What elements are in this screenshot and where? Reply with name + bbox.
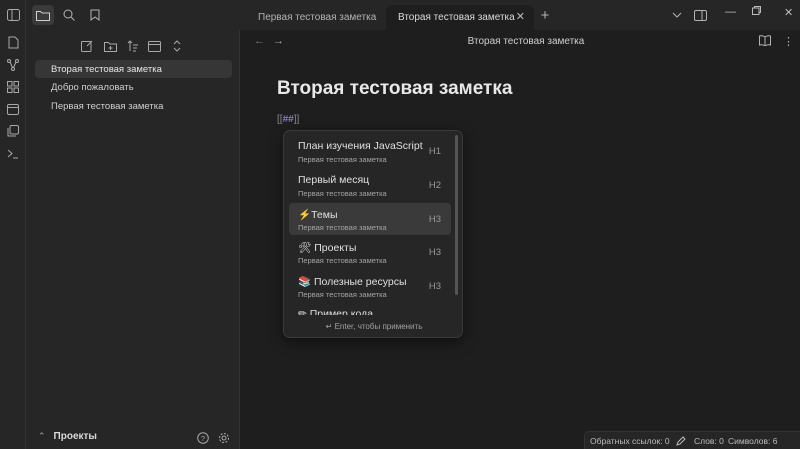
suggestion-source: Первая тестовая заметка — [298, 290, 387, 299]
heading-hash-text: ## — [282, 114, 294, 125]
minimize-icon[interactable]: — — [725, 6, 736, 18]
file-explorer: Вторая тестовая заметка Добро пожаловать… — [26, 30, 240, 449]
file-label: Вторая тестовая заметка — [51, 63, 162, 75]
suggestion-title: Первый месяц — [298, 174, 370, 186]
suggestion-item[interactable]: 🛠 Проекты Первая тестовая заметка H3 — [289, 236, 451, 268]
word-count: Слов: 0 — [694, 436, 724, 446]
blocks-icon[interactable] — [5, 79, 21, 95]
note-header-title[interactable]: Вторая тестовая заметка — [240, 36, 800, 47]
tab-first-note[interactable]: Первая тестовая заметка — [246, 5, 386, 30]
char-count: Символов: 6 — [728, 436, 778, 446]
tab-second-note[interactable]: Вторая тестовая заметка ✕ — [386, 5, 534, 30]
new-note-icon[interactable] — [79, 38, 95, 54]
tab-label: Первая тестовая заметка — [258, 12, 377, 23]
file-item-welcome[interactable]: Добро пожаловать — [35, 78, 232, 96]
sort-icon[interactable] — [125, 38, 141, 54]
app-window: Первая тестовая заметка Вторая тестовая … — [0, 0, 800, 449]
editor-line[interactable]: [[##]] — [277, 114, 299, 125]
file-item-first-note[interactable]: Первая тестовая заметка — [35, 97, 232, 115]
suggestion-title: ⚡Темы — [298, 209, 338, 221]
heading-level: H3 — [428, 247, 441, 258]
svg-text:?: ? — [201, 434, 205, 443]
backlinks-count[interactable]: Обратных ссылок: 0 — [590, 436, 670, 446]
popup-scrollbar[interactable] — [455, 135, 458, 295]
layout-icon[interactable] — [689, 5, 711, 25]
chevron-down-icon[interactable] — [666, 5, 688, 25]
link-close-brackets: ]] — [293, 114, 300, 125]
close-window-icon[interactable]: ✕ — [784, 6, 793, 19]
copy-icon[interactable] — [5, 123, 21, 139]
suggestion-title: 📚 Полезные ресурсы — [298, 276, 407, 288]
heading-level: H2 — [428, 180, 441, 191]
restore-icon[interactable] — [752, 6, 761, 18]
folder-icon[interactable] — [32, 5, 54, 25]
file-label: Добро пожаловать — [51, 81, 134, 93]
edit-mode-icon[interactable] — [676, 436, 686, 448]
vault-switcher[interactable]: ⌃ Проекты — [38, 431, 97, 442]
calendar-icon[interactable] — [5, 101, 21, 117]
file-open-icon[interactable] — [5, 34, 21, 50]
new-tab-button[interactable]: + — [534, 5, 556, 25]
suggestion-source: Первая тестовая заметка — [298, 223, 387, 232]
expand-collapse-icon[interactable] — [169, 38, 185, 54]
tab-bar: Первая тестовая заметка Вторая тестовая … — [26, 0, 800, 30]
suggestion-title: 🛠 Проекты — [298, 242, 357, 254]
terminal-icon[interactable] — [5, 146, 21, 162]
suggestion-item[interactable]: План изучения JavaScript Первая тестовая… — [289, 135, 451, 167]
file-item-second-note[interactable]: Вторая тестовая заметка — [35, 60, 232, 78]
status-bar: Обратных ссылок: 0 Слов: 0 Символов: 6 — [584, 431, 800, 449]
suggestion-item-selected[interactable]: ⚡Темы Первая тестовая заметка H3 — [289, 203, 451, 235]
chevron-updown-icon: ⌃ — [38, 431, 46, 441]
collapse-all-icon[interactable] — [146, 38, 162, 54]
left-ribbon — [0, 0, 26, 449]
reading-view-icon[interactable] — [759, 35, 771, 49]
suggestion-source: Первая тестовая заметка — [298, 189, 387, 198]
heading-suggestion-popup: План изучения JavaScript Первая тестовая… — [283, 130, 463, 338]
suggestion-source: Первая тестовая заметка — [298, 155, 387, 164]
suggestion-source: Первая тестовая заметка — [298, 256, 387, 265]
more-options-icon[interactable]: ⋮ — [783, 35, 794, 48]
heading-level: H3 — [428, 281, 441, 292]
suggestion-title: План изучения JavaScript — [298, 140, 423, 152]
file-label: Первая тестовая заметка — [51, 100, 164, 112]
document-title[interactable]: Вторая тестовая заметка — [277, 78, 512, 100]
bookmark-icon[interactable] — [84, 5, 106, 25]
vault-name: Проекты — [53, 431, 97, 442]
popup-instructions: ↵ Enter, чтобы применить — [284, 315, 462, 337]
sidebar-toggle-icon[interactable] — [5, 7, 21, 23]
heading-level: H3 — [428, 214, 441, 225]
graph-icon[interactable] — [5, 57, 21, 73]
suggestion-item[interactable]: Первый месяц Первая тестовая заметка H2 — [289, 169, 451, 201]
new-folder-icon[interactable] — [102, 38, 118, 54]
explorer-toolbar — [26, 35, 240, 57]
suggestion-item[interactable]: 📚 Полезные ресурсы Первая тестовая замет… — [289, 270, 451, 302]
close-icon[interactable]: ✕ — [516, 10, 525, 23]
tab-label: Вторая тестовая заметка — [398, 12, 515, 23]
heading-level: H1 — [428, 146, 441, 157]
search-icon[interactable] — [58, 5, 80, 25]
help-icon[interactable]: ? — [195, 430, 211, 446]
settings-gear-icon[interactable] — [216, 430, 232, 446]
